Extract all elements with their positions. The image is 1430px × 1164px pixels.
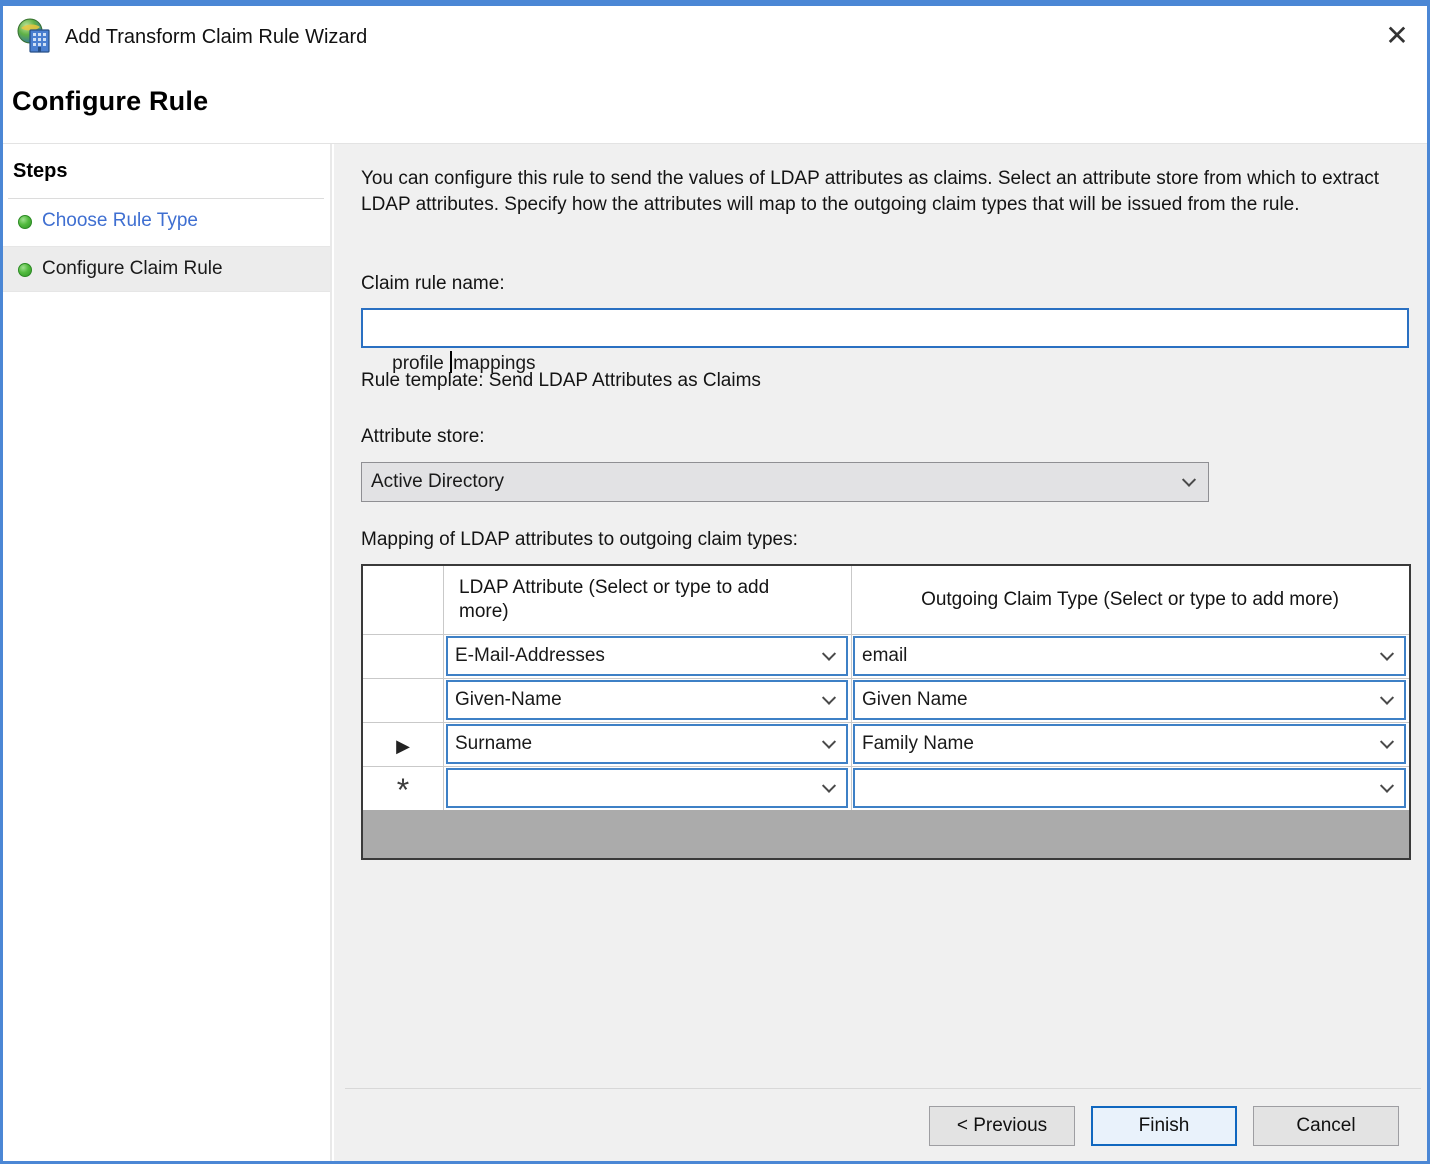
chevron-down-icon xyxy=(1380,691,1394,705)
chevron-down-icon xyxy=(822,691,836,705)
outgoing-claim-dropdown-row-2[interactable]: Given Name xyxy=(853,680,1406,720)
page-title: Configure Rule xyxy=(12,86,208,117)
outgoing-claim-dropdown-row-1[interactable]: email xyxy=(853,636,1406,676)
chevron-down-icon xyxy=(1380,779,1394,793)
rule-template-text: Rule template: Send LDAP Attributes as C… xyxy=(361,370,761,392)
ldap-attribute-dropdown-row-2[interactable]: Given-Name xyxy=(446,680,848,720)
mapping-label: Mapping of LDAP attributes to outgoing c… xyxy=(361,529,798,551)
grid-empty-area xyxy=(363,810,1409,858)
current-row-indicator-icon: ▶ xyxy=(363,728,443,764)
claim-rule-name-input[interactable]: profile mappings xyxy=(361,308,1409,348)
step-label: Choose Rule Type xyxy=(42,210,198,232)
close-button[interactable]: ✕ xyxy=(1375,16,1419,56)
chevron-down-icon xyxy=(822,779,836,793)
step-label: Configure Claim Rule xyxy=(42,258,223,280)
mapping-grid: LDAP Attribute (Select or type to add mo… xyxy=(361,564,1411,860)
dropdown-value: Given Name xyxy=(862,689,968,710)
green-dot-icon xyxy=(18,215,32,229)
ldap-attribute-dropdown-new-row[interactable] xyxy=(446,768,848,808)
grid-row-divider xyxy=(363,678,1409,679)
wizard-window: Add Transform Claim Rule Wizard ✕ Config… xyxy=(0,0,1430,1164)
footer-divider xyxy=(345,1088,1421,1089)
chevron-down-icon xyxy=(822,735,836,749)
grid-row-divider xyxy=(363,722,1409,723)
claim-rule-name-label: Claim rule name: xyxy=(361,273,505,295)
rule-description: You can configure this rule to send the … xyxy=(361,166,1413,218)
steps-heading: Steps xyxy=(13,160,67,183)
column-header-outgoing-claim-type: Outgoing Claim Type (Select or type to a… xyxy=(851,588,1409,612)
dropdown-value: Given-Name xyxy=(455,689,562,710)
outgoing-claim-dropdown-new-row[interactable] xyxy=(853,768,1406,808)
finish-button[interactable]: Finish xyxy=(1091,1106,1237,1146)
new-row-indicator-icon: * xyxy=(363,762,443,818)
grid-row-divider xyxy=(363,634,1409,635)
attribute-store-dropdown[interactable]: Active Directory xyxy=(361,462,1209,502)
column-header-ldap-attribute: LDAP Attribute (Select or type to add mo… xyxy=(459,576,789,624)
green-dot-icon xyxy=(18,263,32,277)
chevron-down-icon xyxy=(822,647,836,661)
dropdown-value: Family Name xyxy=(862,733,974,754)
sidebar-item-choose-rule-type[interactable]: Choose Rule Type xyxy=(3,199,330,245)
window-title: Add Transform Claim Rule Wizard xyxy=(65,26,367,49)
grid-row-divider xyxy=(363,766,1409,767)
dropdown-value: email xyxy=(862,645,907,666)
chevron-down-icon xyxy=(1182,473,1196,487)
dropdown-value: E-Mail-Addresses xyxy=(455,645,605,666)
ldap-attribute-dropdown-row-1[interactable]: E-Mail-Addresses xyxy=(446,636,848,676)
steps-sidebar: Steps Choose Rule Type Configure Claim R… xyxy=(3,144,332,1164)
attribute-store-value: Active Directory xyxy=(371,471,504,492)
outgoing-claim-dropdown-row-3[interactable]: Family Name xyxy=(853,724,1406,764)
adfs-wizard-icon xyxy=(17,18,55,56)
sidebar-item-configure-claim-rule[interactable]: Configure Claim Rule xyxy=(3,246,330,292)
chevron-down-icon xyxy=(1380,735,1394,749)
attribute-store-label: Attribute store: xyxy=(361,426,485,448)
chevron-down-icon xyxy=(1380,647,1394,661)
ldap-attribute-dropdown-row-3[interactable]: Surname xyxy=(446,724,848,764)
grid-column-divider xyxy=(443,566,444,810)
dropdown-value: Surname xyxy=(455,733,532,754)
cancel-button[interactable]: Cancel xyxy=(1253,1106,1399,1146)
previous-button[interactable]: < Previous xyxy=(929,1106,1075,1146)
